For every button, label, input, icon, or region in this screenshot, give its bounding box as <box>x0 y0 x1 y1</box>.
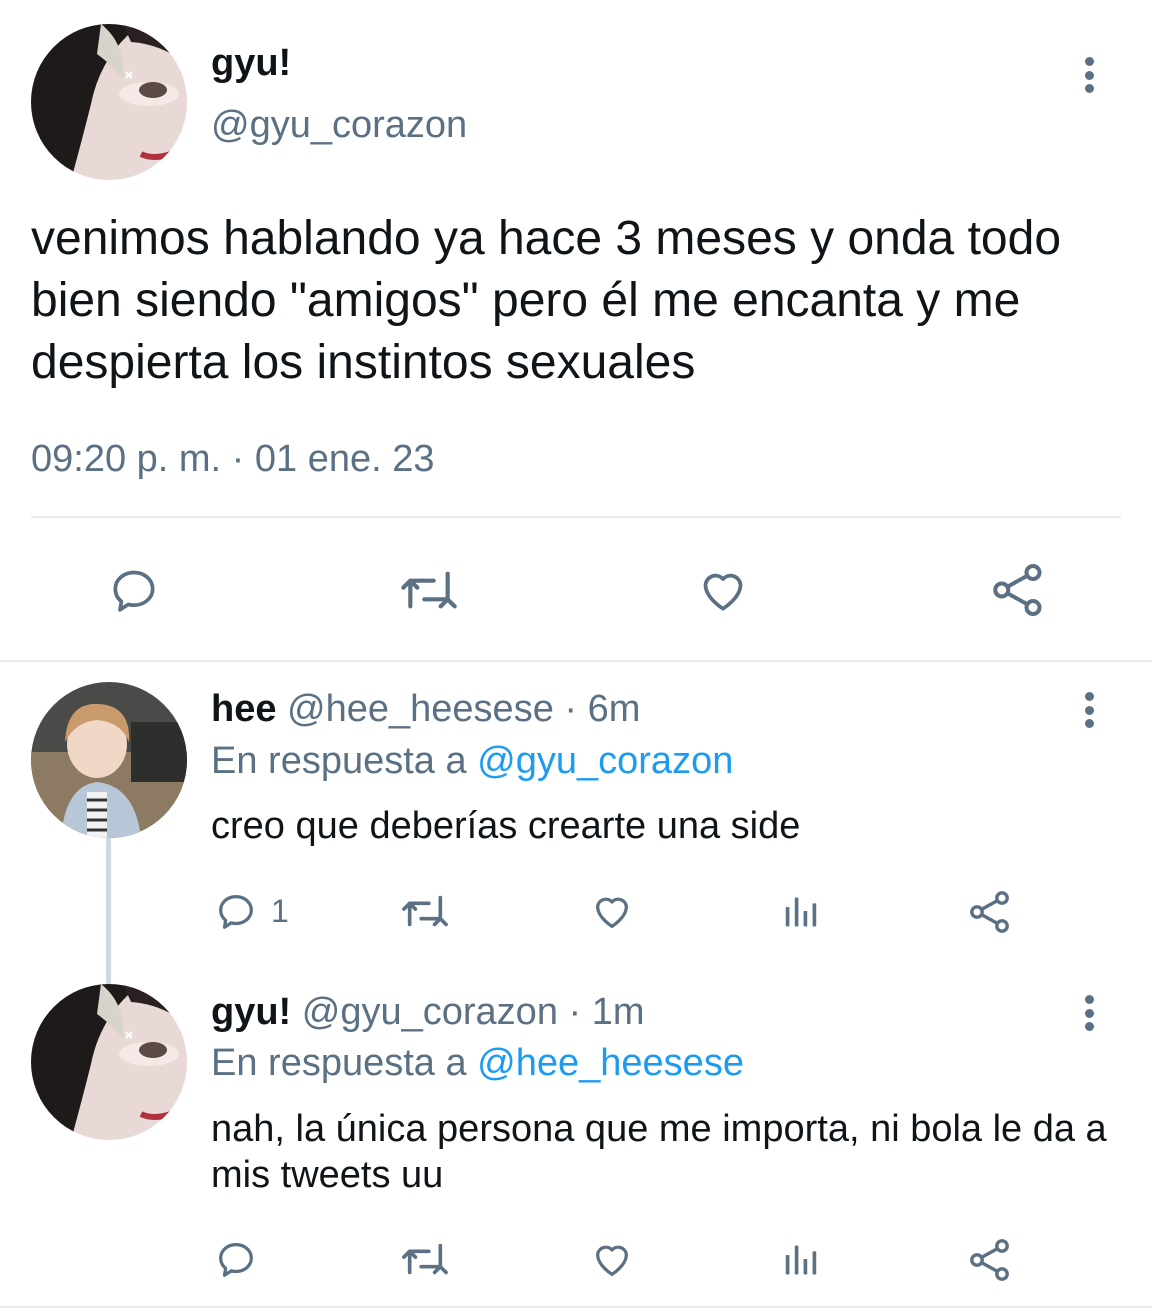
tweet-text: venimos hablando ya hace 3 meses y onda … <box>31 212 1062 389</box>
more-options-icon[interactable] <box>1074 690 1104 730</box>
analytics-button[interactable] <box>778 888 824 934</box>
reply-text: creo que deberías crearte una side <box>211 805 801 847</box>
reply-button[interactable]: 1 <box>213 888 289 934</box>
handle[interactable]: @gyu_corazon <box>302 991 558 1033</box>
reply-time[interactable]: · 1m <box>569 991 645 1033</box>
more-options-icon[interactable] <box>1074 993 1104 1033</box>
reply-icon <box>113 570 155 612</box>
divider <box>0 1306 1152 1308</box>
main-tweet: gyu! @gyu_corazon venimos hablando ya ha… <box>0 0 1152 662</box>
reply-context: En respuesta a @gyu_corazon <box>211 740 733 783</box>
share-icon <box>970 1239 1009 1281</box>
mention-link[interactable]: @hee_heesese <box>477 1042 744 1084</box>
like-icon <box>595 897 629 928</box>
reply-header: hee @hee_heesese · 6m <box>211 688 640 731</box>
retweet-button[interactable] <box>396 562 462 618</box>
retweet-icon <box>402 1243 448 1275</box>
divider <box>0 660 1152 662</box>
analytics-icon <box>785 897 817 927</box>
handle[interactable]: @gyu_corazon <box>211 104 467 147</box>
share-icon <box>970 891 1009 933</box>
handle[interactable]: @hee_heesese <box>287 688 554 730</box>
reply-icon <box>219 894 253 929</box>
reply-text: nah, la única persona que me importa, ni… <box>211 1108 1107 1196</box>
like-button[interactable] <box>588 888 636 934</box>
more-options-icon[interactable] <box>1074 55 1104 95</box>
retweet-icon <box>401 571 457 609</box>
thread-line <box>106 838 111 984</box>
retweet-button[interactable] <box>398 888 452 934</box>
like-icon <box>595 1245 629 1276</box>
reply-count: 1 <box>271 892 289 929</box>
reply-prefix: En respuesta a <box>211 740 467 782</box>
analytics-icon <box>785 1245 817 1275</box>
display-name[interactable]: gyu! <box>211 991 291 1033</box>
reply-icon <box>219 1242 253 1277</box>
avatar[interactable] <box>31 682 187 838</box>
divider <box>31 516 1121 518</box>
retweet-icon <box>402 895 448 927</box>
reply-prefix: En respuesta a <box>211 1042 467 1084</box>
reply-header: gyu! @gyu_corazon · 1m <box>211 991 645 1034</box>
share-button[interactable] <box>966 888 1014 936</box>
like-button[interactable] <box>694 562 752 618</box>
retweet-button[interactable] <box>398 1236 452 1282</box>
avatar[interactable] <box>31 984 187 1140</box>
avatar[interactable] <box>31 24 187 180</box>
share-button[interactable] <box>988 560 1048 620</box>
like-icon <box>703 573 743 611</box>
reply-time[interactable]: · 6m <box>564 688 640 730</box>
like-button[interactable] <box>588 1236 636 1282</box>
display-name[interactable]: hee <box>211 688 276 730</box>
timestamp[interactable]: 09:20 p. m. · 01 ene. 23 <box>31 438 435 481</box>
reply-button[interactable] <box>213 1236 271 1282</box>
reply-button[interactable] <box>106 562 162 618</box>
reply-context: En respuesta a @hee_heesese <box>211 1042 744 1085</box>
mention-link[interactable]: @gyu_corazon <box>477 740 733 782</box>
analytics-button[interactable] <box>778 1236 824 1282</box>
share-button[interactable] <box>966 1236 1014 1284</box>
display-name[interactable]: gyu! <box>211 42 291 85</box>
share-icon <box>993 564 1042 616</box>
